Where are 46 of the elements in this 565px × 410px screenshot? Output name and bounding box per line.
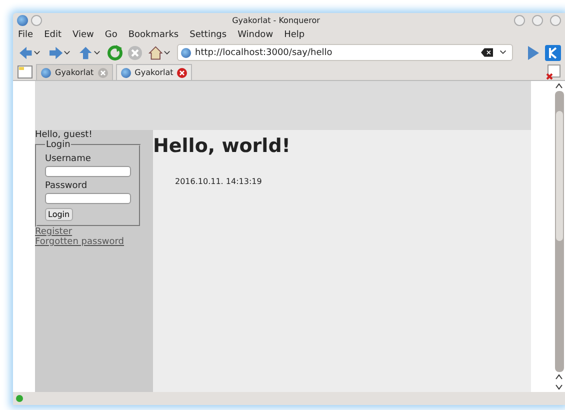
maximize-button[interactable] [532,15,543,26]
globe-icon [17,15,28,26]
menu-item[interactable]: Edit [44,30,62,40]
input-field[interactable] [45,193,131,204]
clear-icon[interactable] [481,48,493,57]
close-button[interactable] [550,15,561,26]
window-title: Gyakorlat - Konqueror [231,16,321,25]
globe-icon [181,48,191,58]
menu-item[interactable]: Bookmarks [128,30,179,40]
minimize-button[interactable] [514,15,525,26]
scroll-down-icon[interactable] [555,383,563,391]
fieldset-legend: Login [45,140,72,150]
timestamp-text: 2016.10.11. 14:13:19 [175,177,263,186]
address-field[interactable]: http://localhost:3000/say/hello [177,44,513,61]
browser-tab[interactable]: Gyakorlat [116,64,192,80]
globe-icon [41,68,51,78]
menu-item[interactable]: Help [284,30,305,40]
scroll-up-icon[interactable] [555,82,563,90]
login-button[interactable]: Login [45,208,73,221]
scrollbar-thumb[interactable] [556,111,562,241]
reload-icon[interactable] [107,44,123,60]
stop-icon[interactable] [127,44,143,60]
globe-icon [120,68,131,78]
greeting-text: Hello, guest! [35,130,92,140]
vertical-scrollbar[interactable] [553,81,565,392]
page-heading: Hello, world! [153,135,292,157]
link[interactable]: Register [35,227,72,237]
field-label: Password [45,181,88,191]
input-field[interactable] [45,166,131,177]
menu-item[interactable]: Window [238,30,274,40]
menu-item[interactable]: Settings [190,30,227,40]
scroll-up-icon[interactable] [555,373,563,381]
go-icon[interactable] [525,44,541,60]
field-label: Username [45,154,92,164]
close-tab-icon[interactable] [177,68,188,78]
window-menu-button[interactable] [31,15,42,26]
browser-tab[interactable]: Gyakorlat [36,64,113,80]
status-icon [16,395,23,402]
link[interactable]: Forgotten password [35,237,124,247]
new-tab-icon[interactable] [17,64,33,80]
kde-logo-icon [545,44,561,60]
dropdown-icon[interactable] [497,48,509,57]
close-tab-icon[interactable] [545,64,561,80]
menu-item[interactable]: File [18,30,34,40]
menu-item[interactable]: View [72,30,94,40]
menu-item[interactable]: Go [104,30,118,40]
